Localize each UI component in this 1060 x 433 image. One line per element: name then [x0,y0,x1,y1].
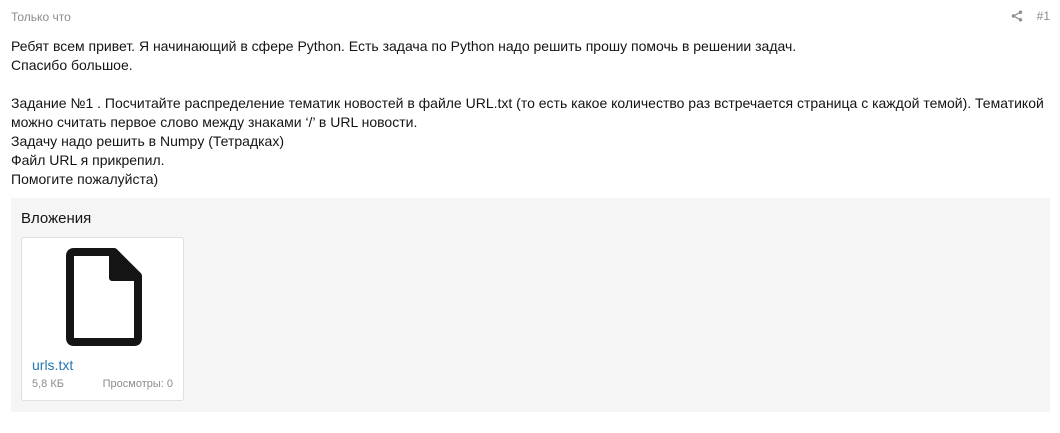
post-number-link[interactable]: #1 [1037,9,1050,23]
message-line: Файл URL я прикрепил. [11,152,165,168]
attachments-title: Вложения [21,210,92,227]
post-timestamp[interactable]: Только что [11,10,71,24]
file-icon[interactable] [66,248,142,346]
attachment-card[interactable]: urls.txt 5,8 КБ Просмотры: 0 [21,237,184,401]
attachment-views-count: 0 [166,378,173,390]
attachments-block: Вложения urls.txt 5,8 КБ Просмотры: 0 [11,198,1050,412]
message-line: Задание №1 . Посчитайте распределение те… [11,95,1044,130]
message-line: Задачу надо решить в Numpy (Тетрадках) [11,133,284,149]
message-line: Спасибо большое. [11,57,133,73]
post-actions: #1 [1011,9,1050,23]
attachment-views: Просмотры: 0 [103,378,173,390]
message-line: Ребят всем привет. Я начинающий в сфере … [11,38,797,54]
attachment-file-size: 5,8 КБ [32,378,64,390]
post-message: Ребят всем привет. Я начинающий в сфере … [11,37,1051,189]
share-icon[interactable] [1011,10,1023,22]
forum-post: Только что #1 Ребят всем привет. Я начин… [0,0,1060,433]
attachment-views-label: Просмотры: [102,378,167,390]
attachment-file-name-link[interactable]: urls.txt [32,357,73,373]
message-line: Помогите пожалуйста) [11,171,159,187]
